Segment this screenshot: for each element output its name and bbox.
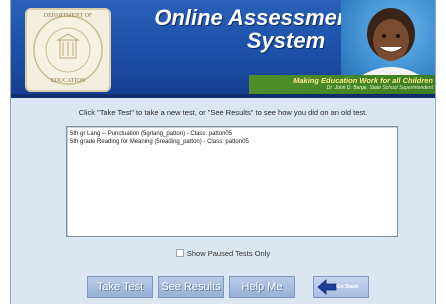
student-portrait-icon bbox=[361, 8, 421, 76]
department-seal-logo: DEPARTMENT OF EDUCATION bbox=[25, 8, 111, 92]
test-listbox[interactable]: 5th gr Lang -- Punctuation (5grlang_patt… bbox=[66, 126, 398, 237]
header-banner: DEPARTMENT OF EDUCATION Online Assessmen… bbox=[11, 0, 435, 98]
see-results-button[interactable]: See Results bbox=[158, 276, 224, 298]
page-title: Online Assessment System bbox=[141, 6, 371, 52]
instructions-text: Click "Take Test" to take a new test, or… bbox=[78, 108, 368, 117]
tagline-bar: Making Education Work for all Children D… bbox=[249, 75, 435, 94]
app-frame: DEPARTMENT OF EDUCATION Online Assessmen… bbox=[10, 0, 436, 304]
subtagline: Dr. John D. Barge, State School Superint… bbox=[326, 85, 433, 91]
seal-text-bottom: EDUCATION bbox=[50, 78, 86, 84]
help-me-button[interactable]: Help Me bbox=[229, 276, 295, 298]
left-arrow-icon bbox=[317, 279, 337, 295]
title-line-1: Online Assessment bbox=[154, 5, 358, 30]
show-paused-label: Show Paused Tests Only bbox=[186, 249, 271, 258]
seal-text-top: DEPARTMENT OF bbox=[43, 13, 93, 19]
tagline: Making Education Work for all Children bbox=[293, 76, 433, 85]
go-back-button[interactable]: Go Back bbox=[313, 276, 369, 298]
show-paused-checkbox[interactable] bbox=[175, 249, 184, 257]
take-test-button[interactable]: Take Test bbox=[87, 276, 153, 298]
list-item[interactable]: 5th gr Lang -- Punctuation (5grlang_patt… bbox=[70, 131, 232, 137]
student-photo bbox=[341, 0, 435, 76]
list-item[interactable]: 5th grade Reading for Meaning (5reading_… bbox=[70, 139, 249, 145]
show-paused-option[interactable]: Show Paused Tests Only bbox=[11, 249, 435, 258]
go-back-label: Go Back bbox=[336, 284, 359, 290]
title-line-2: System bbox=[246, 28, 326, 53]
